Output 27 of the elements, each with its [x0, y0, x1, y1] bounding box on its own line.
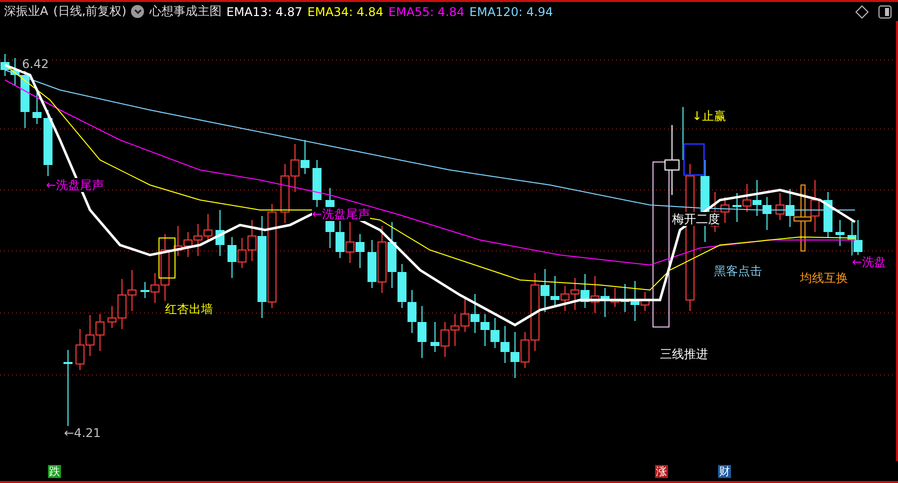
- chart-annotation: 均线互换: [800, 271, 848, 285]
- chart-annotation: 梅开二度: [672, 212, 720, 226]
- highlight-candle: [794, 184, 812, 252]
- signal-badge: 涨: [655, 465, 668, 478]
- stock-name: 深振业A: [4, 3, 48, 20]
- chart-annotation: ←洗盘尾声: [46, 178, 104, 192]
- ema-reading: EMA34: 4.84: [307, 4, 384, 18]
- signal-badge: 财: [718, 465, 731, 478]
- signal-badge: 跌: [48, 465, 61, 478]
- chart-annotation: 三线推进: [660, 347, 708, 361]
- chart-annotation: ←洗盘: [852, 255, 886, 269]
- chart-annotation: 黑客点击: [714, 264, 762, 278]
- chart-annotation: 红杏出墙: [165, 302, 213, 316]
- chart-annotation: ←4.21: [64, 426, 101, 440]
- chart-annotation: ↓止赢: [692, 109, 726, 123]
- ema-reading: EMA13: 4.87: [226, 4, 302, 18]
- diamond-icon[interactable]: [855, 4, 869, 18]
- indicator-name: 心想事成主图: [149, 3, 222, 20]
- chevron-icon: [134, 8, 142, 14]
- chart-annotation: ←洗盘尾声: [312, 207, 370, 221]
- ema-reading: EMA55: 4.84: [388, 4, 464, 18]
- chart-period: (日线,前复权): [53, 3, 126, 20]
- panel-toggle-icon[interactable]: [878, 4, 892, 18]
- dropdown-button[interactable]: [131, 5, 144, 18]
- chart-annotation: 6.42: [22, 57, 49, 71]
- highlight-candle: [158, 238, 176, 278]
- ema-reading: EMA120: 4.94: [469, 4, 554, 18]
